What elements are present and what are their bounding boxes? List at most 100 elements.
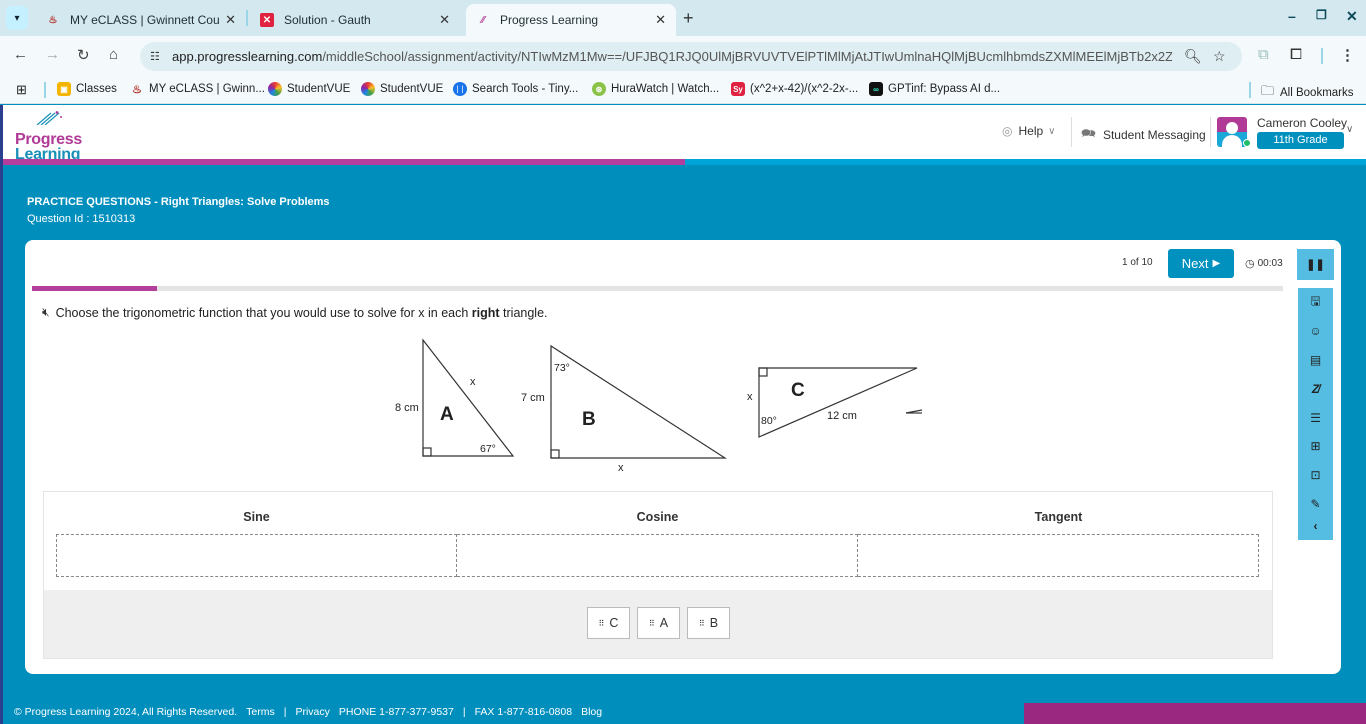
browser-tab-eclass[interactable]: ♨ MY eCLASS | Gwinnett County P ✕: [36, 4, 246, 36]
close-tab-icon[interactable]: ✕: [655, 12, 666, 28]
menu-kebab-icon[interactable]: ⋮: [1340, 46, 1355, 64]
bookmark-label: GPTinf: Bypass AI d...: [888, 83, 1001, 95]
user-name[interactable]: Cameron Cooley: [1257, 116, 1347, 130]
footer-separator: |: [283, 706, 287, 718]
close-window-icon[interactable]: ✕: [1346, 8, 1358, 25]
bookmarks-divider: [44, 82, 46, 98]
triangle-c-hyp: 12 cm: [827, 410, 857, 422]
answer-chip-b[interactable]: ⠿ B: [687, 607, 730, 639]
bookmark-item[interactable]: ♨ MY eCLASS | Gwinn...: [130, 82, 265, 96]
apps-grid-icon[interactable]: ⊞: [16, 82, 27, 98]
header-divider: [1071, 117, 1072, 147]
triangle-c-side: x: [747, 391, 753, 403]
url-text[interactable]: app.progresslearning.com/middleSchool/as…: [172, 49, 1172, 64]
bookmark-item[interactable]: ᛁᛁ Search Tools - Tiny...: [453, 82, 578, 96]
tiny-icon: ᛁᛁ: [453, 82, 467, 96]
footer-phone: PHONE 1-877-377-9537: [338, 706, 454, 718]
add-note-icon[interactable]: ⊞: [1308, 438, 1324, 454]
all-bookmarks-label: All Bookmarks: [1280, 87, 1354, 99]
close-tab-icon[interactable]: ✕: [439, 12, 450, 28]
bookmark-item[interactable]: ▣ Classes: [57, 82, 117, 96]
eclass-icon: ♨: [48, 14, 58, 26]
site-footer: © Progress Learning 2024, All Rights Res…: [14, 706, 602, 718]
category-tangent-heading: Tangent: [1034, 510, 1083, 524]
drop-zone-sine[interactable]: [56, 534, 457, 577]
footer-separator: |: [462, 706, 466, 718]
extensions-puzzle-icon[interactable]: ⧠: [1290, 46, 1302, 63]
bookmark-item[interactable]: ⊛ HuraWatch | Watch...: [592, 82, 719, 96]
footer-privacy-link[interactable]: Privacy: [295, 706, 329, 718]
speaker-muted-icon[interactable]: 🔇︎: [42, 305, 50, 320]
triangle-a-label: A: [440, 404, 454, 425]
user-menu-chevron-icon[interactable]: ∨: [1346, 124, 1353, 135]
pencil-icon[interactable]: ✎: [1308, 496, 1324, 512]
reload-icon[interactable]: ↻: [77, 46, 90, 64]
header-divider: [1210, 117, 1211, 147]
extension-icon[interactable]: ⧉: [1258, 46, 1269, 63]
next-label: Next: [1181, 256, 1209, 271]
bookmark-item[interactable]: Sy (x^2+x-42)/(x^2-2x-...: [731, 82, 858, 96]
zoom-icon[interactable]: 🔍︎: [1184, 48, 1202, 65]
browser-tab-gauth[interactable]: ✕ Solution - Gauth ✕: [250, 4, 460, 36]
bookmark-item[interactable]: StudentVUE: [268, 82, 350, 96]
tab-search-button[interactable]: ▾: [6, 6, 28, 30]
view-note-icon[interactable]: ⊡: [1308, 467, 1324, 483]
help-menu[interactable]: ◎ Help ∨: [1002, 124, 1056, 138]
triangle-a-side: 8 cm: [395, 402, 419, 414]
close-tab-icon[interactable]: ✕: [225, 12, 236, 28]
answer-chip-c[interactable]: ⠿ C: [587, 607, 630, 639]
side-toolbar: 🖫 ☺ ▤ Z̸ ☰ ⊞ ⊡ ✎: [1298, 288, 1333, 512]
url-host: app.progresslearning.com: [172, 49, 323, 64]
bookmark-item[interactable]: StudentVUE: [361, 82, 443, 96]
category-cosine-heading: Cosine: [636, 510, 679, 524]
logo-stripes-icon: [36, 111, 62, 125]
save-icon[interactable]: 🖫: [1308, 294, 1324, 310]
bookmark-item[interactable]: ∞ GPTinf: Bypass AI d...: [869, 82, 1000, 96]
forward-icon[interactable]: →: [45, 46, 60, 63]
new-tab-button[interactable]: +: [683, 8, 694, 29]
footer-fax: FAX 1-877-816-0808: [474, 706, 573, 718]
help-lifebuoy-icon: ◎: [1002, 124, 1013, 138]
notes-icon[interactable]: ☰: [1308, 410, 1324, 426]
restore-icon[interactable]: ❐: [1316, 8, 1327, 22]
footer-blog-link[interactable]: Blog: [581, 706, 602, 718]
footer-accent-bar: [1024, 703, 1366, 724]
classroom-icon: ▣: [57, 82, 71, 96]
home-icon[interactable]: ⌂: [109, 46, 118, 63]
address-bar[interactable]: ☷ app.progresslearning.com/middleSchool/…: [140, 42, 1242, 71]
minimize-icon[interactable]: –: [1288, 8, 1296, 24]
next-button[interactable]: Next ▶: [1168, 249, 1234, 278]
pause-button[interactable]: ❚❚: [1297, 249, 1334, 280]
bookmark-label: HuraWatch | Watch...: [611, 83, 720, 95]
pause-icon: ❚❚: [1306, 259, 1325, 271]
studentvue-icon: [268, 82, 282, 96]
toolbar-divider: [1321, 48, 1323, 64]
drop-zone-cosine[interactable]: [457, 534, 858, 577]
clipboard-icon[interactable]: ▤: [1308, 352, 1324, 368]
bookmark-star-icon[interactable]: ☆: [1213, 48, 1226, 65]
chat-bubbles-icon: 🗪: [1081, 126, 1096, 140]
footer-terms-link[interactable]: Terms: [246, 706, 275, 718]
drop-zone-tangent[interactable]: [858, 534, 1259, 577]
tab-title: MY eCLASS | Gwinnett County P: [70, 13, 220, 27]
collapse-toolbar-button[interactable]: ‹: [1298, 512, 1333, 540]
question-progress-fill: [32, 286, 158, 291]
browser-tab-progress-learning[interactable]: ⁄⁄ Progress Learning ✕: [466, 4, 676, 36]
help-label: Help: [1018, 124, 1044, 138]
category-sine-heading: Sine: [243, 510, 270, 524]
bookmark-label: MY eCLASS | Gwinn...: [149, 83, 265, 95]
site-info-icon[interactable]: ☷: [150, 50, 164, 63]
accessibility-icon[interactable]: ☺: [1308, 323, 1324, 339]
bookmark-label: StudentVUE: [380, 83, 444, 95]
eclass-icon: ♨: [132, 83, 142, 96]
answer-chip-a[interactable]: ⠿ A: [637, 607, 680, 639]
triangle-a: [422, 338, 515, 457]
back-icon[interactable]: ←: [13, 46, 28, 63]
all-bookmarks-button[interactable]: 🗀 All Bookmarks: [1261, 82, 1354, 104]
gauth-icon: ✕: [260, 13, 274, 27]
student-messaging-link[interactable]: 🗪 Student Messaging: [1081, 124, 1206, 145]
chevron-left-icon: ‹: [1313, 519, 1318, 533]
triangle-b: [550, 344, 728, 459]
url-path: /middleSchool/assignment/activity/NTIwMz…: [322, 49, 1172, 64]
no-translate-icon[interactable]: Z̸: [1308, 381, 1324, 397]
